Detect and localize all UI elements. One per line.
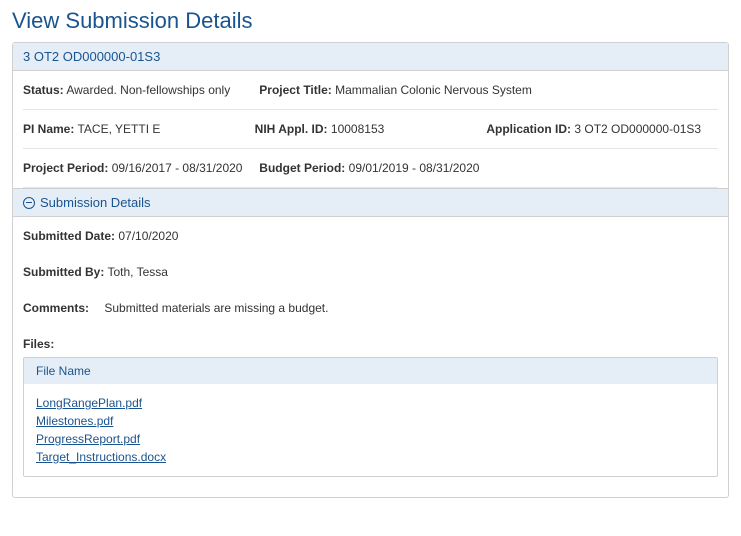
pi-name-label: PI Name:: [23, 122, 74, 136]
files-box: File Name LongRangePlan.pdf Milestones.p…: [23, 357, 718, 477]
grant-number-header: 3 OT2 OD000000-01S3: [13, 43, 728, 71]
project-period-value: 09/16/2017 - 08/31/2020: [112, 161, 243, 175]
status-label: Status:: [23, 83, 64, 97]
pi-name-value: TACE, YETTI E: [77, 122, 160, 136]
comments-row: Comments: Submitted materials are missin…: [23, 301, 718, 337]
project-period-cell: Project Period: 09/16/2017 - 08/31/2020: [23, 161, 259, 175]
pi-name-cell: PI Name: TACE, YETTI E: [23, 122, 255, 136]
status-cell: Status: Awarded. Non-fellowships only: [23, 83, 259, 97]
files-label: Files:: [23, 337, 54, 351]
project-title-value: Mammalian Colonic Nervous System: [335, 83, 532, 97]
info-row-1: Status: Awarded. Non-fellowships only Pr…: [23, 71, 718, 110]
file-link[interactable]: LongRangePlan.pdf: [36, 394, 705, 412]
submitted-date-label: Submitted Date:: [23, 229, 115, 243]
submission-details-body: Submitted Date: 07/10/2020 Submitted By:…: [23, 217, 718, 497]
submitted-date-value: 07/10/2020: [118, 229, 178, 243]
project-period-label: Project Period:: [23, 161, 108, 175]
info-row-3: Project Period: 09/16/2017 - 08/31/2020 …: [23, 149, 718, 188]
minus-circle-icon: [23, 197, 35, 209]
submission-details-toggle[interactable]: Submission Details: [13, 188, 728, 217]
nih-appl-id-cell: NIH Appl. ID: 10008153: [255, 122, 487, 136]
budget-period-value: 09/01/2019 - 08/31/2020: [349, 161, 480, 175]
file-name-header: File Name: [24, 358, 717, 384]
budget-period-label: Budget Period:: [259, 161, 345, 175]
project-title-cell: Project Title: Mammalian Colonic Nervous…: [259, 83, 718, 97]
budget-period-cell: Budget Period: 09/01/2019 - 08/31/2020: [259, 161, 718, 175]
details-panel: 3 OT2 OD000000-01S3 Status: Awarded. Non…: [12, 42, 729, 498]
comments-value: Submitted materials are missing a budget…: [104, 301, 328, 315]
comments-label: Comments:: [23, 301, 89, 315]
nih-appl-id-value: 10008153: [331, 122, 384, 136]
application-id-cell: Application ID: 3 OT2 OD000000-01S3: [486, 122, 718, 136]
file-link[interactable]: ProgressReport.pdf: [36, 430, 705, 448]
nih-appl-id-label: NIH Appl. ID:: [255, 122, 328, 136]
submitted-by-value: Toth, Tessa: [107, 265, 167, 279]
files-area: Files: File Name LongRangePlan.pdf Miles…: [23, 337, 718, 477]
page-title: View Submission Details: [12, 8, 729, 34]
file-link[interactable]: Milestones.pdf: [36, 412, 705, 430]
submission-details-title: Submission Details: [40, 195, 151, 210]
application-id-value: 3 OT2 OD000000-01S3: [574, 122, 701, 136]
project-title-label: Project Title:: [259, 83, 331, 97]
submitted-by-label: Submitted By:: [23, 265, 104, 279]
files-body: LongRangePlan.pdf Milestones.pdf Progres…: [24, 384, 717, 476]
submitted-by-row: Submitted By: Toth, Tessa: [23, 265, 718, 301]
panel-body: Status: Awarded. Non-fellowships only Pr…: [13, 71, 728, 497]
file-link[interactable]: Target_Instructions.docx: [36, 448, 705, 466]
application-id-label: Application ID:: [486, 122, 571, 136]
status-value: Awarded. Non-fellowships only: [66, 83, 230, 97]
info-row-2: PI Name: TACE, YETTI E NIH Appl. ID: 100…: [23, 110, 718, 149]
submitted-date-row: Submitted Date: 07/10/2020: [23, 229, 718, 265]
